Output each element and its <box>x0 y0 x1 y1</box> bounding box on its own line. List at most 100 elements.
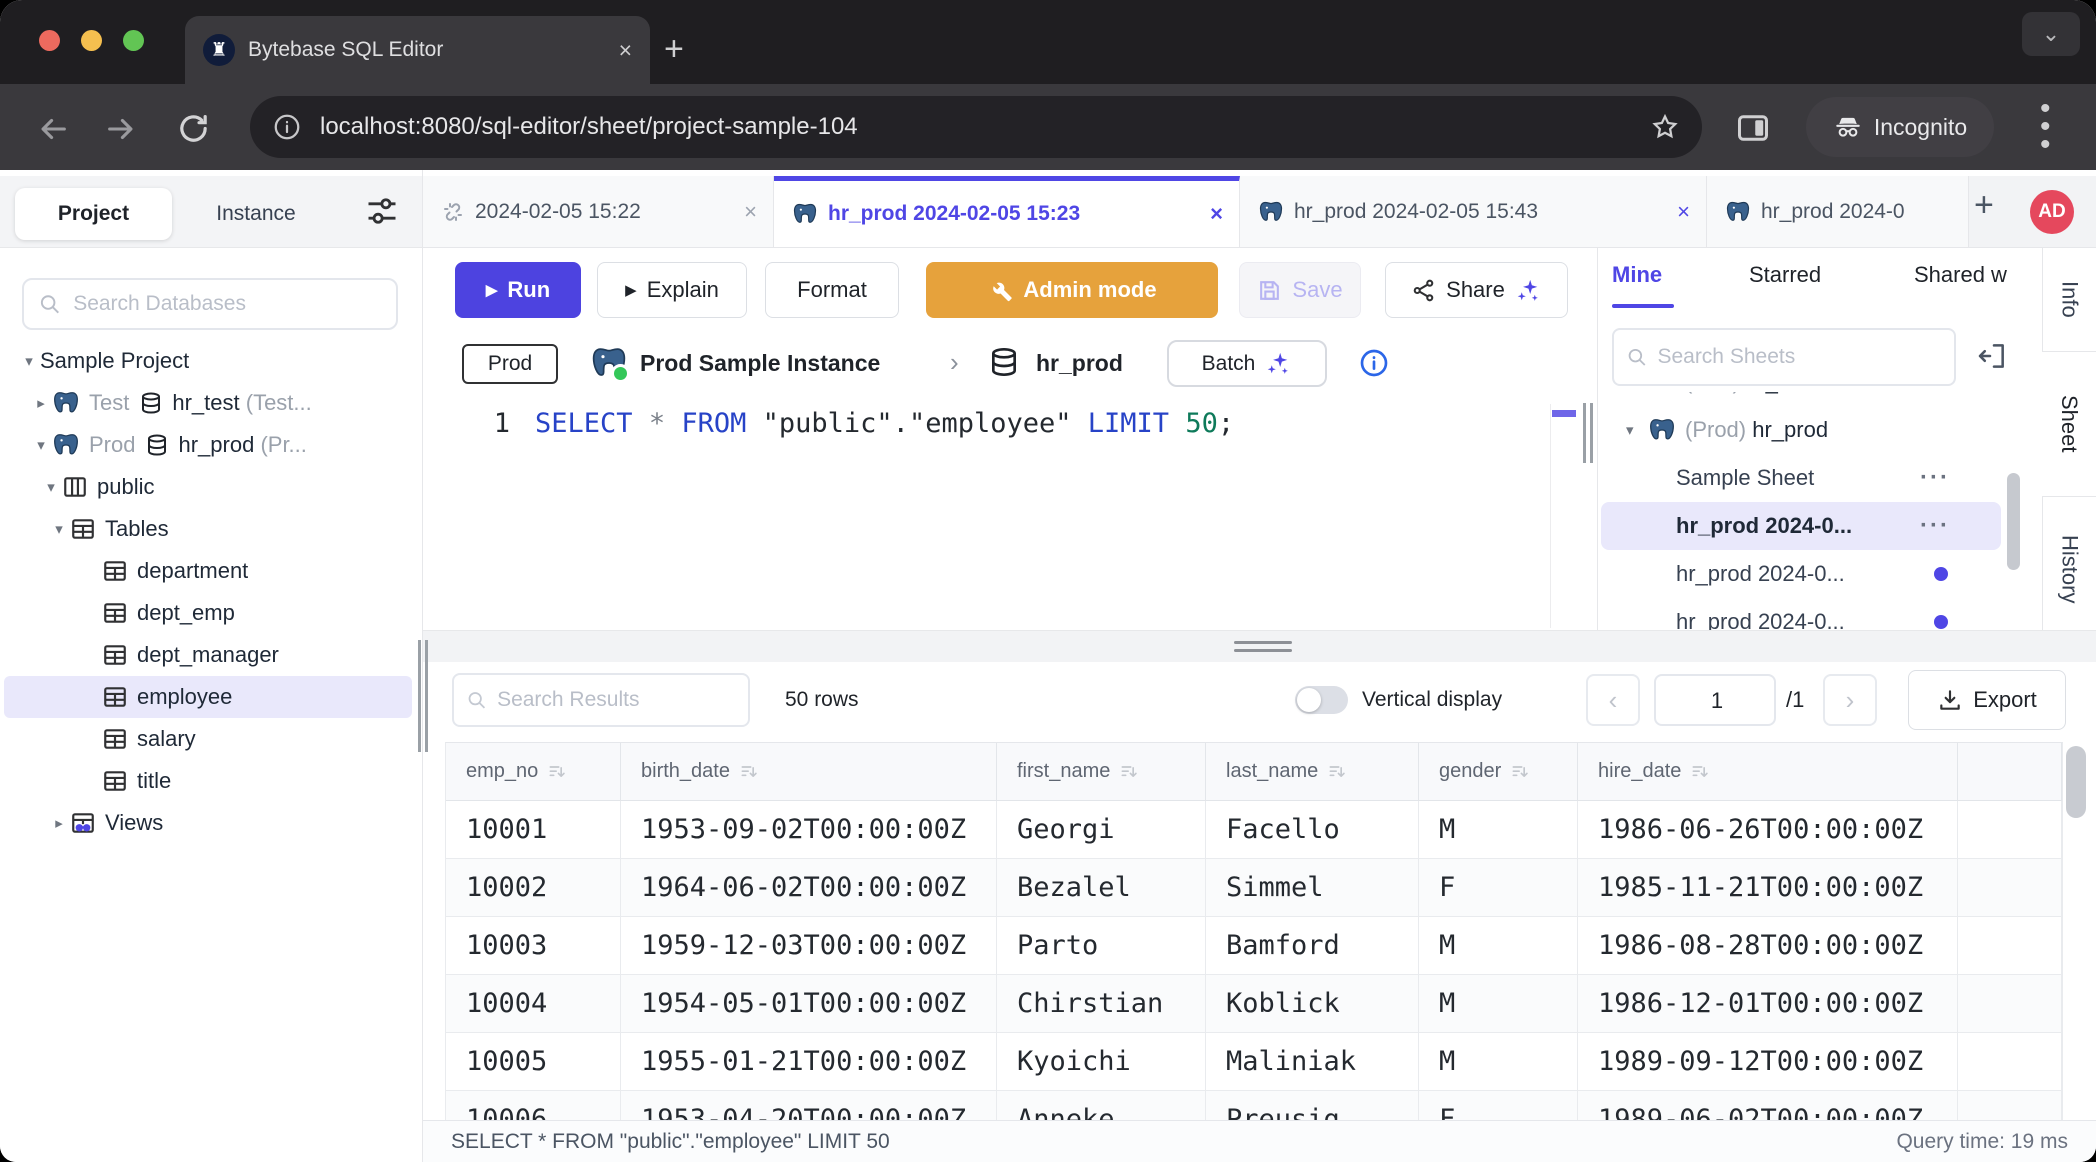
chevron-down-icon[interactable]: ▾ <box>40 478 62 496</box>
forward-icon[interactable] <box>104 112 138 146</box>
table-cell[interactable]: M <box>1419 975 1578 1033</box>
column-header-last_name[interactable]: last_name <box>1206 743 1419 801</box>
zoom-window-button[interactable] <box>123 30 144 51</box>
table-row[interactable]: 100021964-06-02T00:00:00ZBezalelSimmelF1… <box>446 859 2062 917</box>
table-cell[interactable]: 1989-06-02T00:00:00Z <box>1578 1091 1958 1120</box>
editor-tab-3[interactable]: hr_prod 2024-0 <box>1707 176 1969 247</box>
tab-instance[interactable]: Instance <box>196 188 316 240</box>
table-cell[interactable]: Bezalel <box>997 859 1206 917</box>
table-cell[interactable]: Preusig <box>1206 1091 1419 1120</box>
table-row[interactable]: 100031959-12-03T00:00:00ZPartoBamfordM19… <box>446 917 2062 975</box>
table-cell[interactable]: Kyoichi <box>997 1033 1206 1091</box>
table-cell[interactable]: 1986-08-28T00:00:00Z <box>1578 917 1958 975</box>
close-tab-icon[interactable]: × <box>1677 199 1690 225</box>
results-search-input[interactable] <box>495 687 736 713</box>
next-page-button[interactable]: › <box>1823 674 1877 726</box>
rail-tab-info[interactable]: Info <box>2042 248 2096 352</box>
sheet-list-item-1[interactable]: ▾(Prod) hr_prod <box>1598 406 2018 454</box>
sheet-search-input[interactable] <box>1655 344 1942 370</box>
table-cell[interactable]: M <box>1419 801 1578 859</box>
close-window-button[interactable] <box>39 30 60 51</box>
table-cell[interactable]: Simmel <box>1206 859 1419 917</box>
table-cell[interactable]: 1989-09-12T00:00:00Z <box>1578 1033 1958 1091</box>
table-cell[interactable]: F <box>1419 1091 1578 1120</box>
table-cell[interactable]: M <box>1419 1033 1578 1091</box>
breadcrumb-instance[interactable]: Prod Sample Instance <box>640 350 880 377</box>
table-cell[interactable]: 1986-12-01T00:00:00Z <box>1578 975 1958 1033</box>
column-header-hire_date[interactable]: hire_date <box>1578 743 1958 801</box>
column-header-birth_date[interactable]: birth_date <box>621 743 997 801</box>
table-scrollbar[interactable] <box>2066 746 2086 818</box>
sheet-list-scrollbar[interactable] <box>2007 473 2020 570</box>
table-cell[interactable]: 10002 <box>446 859 621 917</box>
table-row[interactable]: 100061953-04-20T00:00:00ZAnnekePreusigF1… <box>446 1091 2062 1120</box>
bookmark-star-icon[interactable] <box>1650 112 1680 142</box>
sort-icon[interactable] <box>1690 762 1710 782</box>
chevron-right-icon[interactable]: ▸ <box>30 394 52 412</box>
table-cell[interactable]: 1954-05-01T00:00:00Z <box>621 975 997 1033</box>
site-info-icon[interactable] <box>272 112 302 142</box>
chevron-down-icon[interactable]: ▾ <box>18 352 40 370</box>
back-icon[interactable] <box>36 112 70 146</box>
table-cell[interactable]: 1986-06-26T00:00:00Z <box>1578 801 1958 859</box>
sidebar-item-title[interactable]: title <box>0 760 502 802</box>
sheet-list-item-4[interactable]: hr_prod 2024-0... <box>1598 550 2018 598</box>
collapse-panel-icon[interactable] <box>1976 340 2008 372</box>
sheet-list-item-3[interactable]: hr_prod 2024-0...··· <box>1598 502 2018 550</box>
table-cell[interactable]: M <box>1419 917 1578 975</box>
breadcrumb-database[interactable]: hr_prod <box>1036 350 1123 377</box>
editor-tab-0[interactable]: 2024-02-05 15:22× <box>423 176 774 247</box>
sheet-list-item-5[interactable]: hr_prod 2024-0... <box>1598 598 2018 630</box>
side-panel-icon[interactable] <box>1735 110 1771 146</box>
info-icon[interactable] <box>1358 347 1390 379</box>
table-cell[interactable]: 10003 <box>446 917 621 975</box>
share-button[interactable]: Share <box>1385 262 1568 318</box>
table-cell[interactable]: Anneke <box>997 1091 1206 1120</box>
sort-icon[interactable] <box>547 762 567 782</box>
table-cell[interactable]: Maliniak <box>1206 1033 1419 1091</box>
sql-code-line[interactable]: SELECT * FROM "public"."employee" LIMIT … <box>535 408 1234 439</box>
format-button[interactable]: Format <box>765 262 899 318</box>
sidebar-item-hr_test[interactable]: ▸Testhr_test (Test... <box>0 382 452 424</box>
run-button[interactable]: ▶Run <box>455 262 581 318</box>
sort-icon[interactable] <box>1327 762 1347 782</box>
minimize-window-button[interactable] <box>81 30 102 51</box>
sidebar-filter-icon[interactable] <box>364 193 400 229</box>
table-cell[interactable]: Facello <box>1206 801 1419 859</box>
editor-tab-1[interactable]: hr_prod 2024-02-05 15:23× <box>774 176 1240 247</box>
sort-icon[interactable] <box>739 762 759 782</box>
table-cell[interactable]: 1953-04-20T00:00:00Z <box>621 1091 997 1120</box>
close-tab-icon[interactable]: × <box>744 199 757 225</box>
explain-button[interactable]: ▶Explain <box>597 262 747 318</box>
batch-button[interactable]: Batch <box>1167 340 1327 387</box>
rail-tab-history[interactable]: History <box>2042 496 2096 642</box>
sheet-search[interactable] <box>1612 328 1956 386</box>
chevron-down-icon[interactable]: ▾ <box>48 520 70 538</box>
new-browser-tab-button[interactable]: + <box>664 32 684 66</box>
editor-tab-2[interactable]: hr_prod 2024-02-05 15:43× <box>1240 176 1707 247</box>
url-text[interactable]: localhost:8080/sql-editor/sheet/project-… <box>320 113 1650 141</box>
column-header-gender[interactable]: gender <box>1419 743 1578 801</box>
sidebar-item-Tables[interactable]: ▾Tables <box>0 508 470 550</box>
table-cell[interactable]: 10006 <box>446 1091 621 1120</box>
table-cell[interactable]: 1985-11-21T00:00:00Z <box>1578 859 1958 917</box>
chevron-down-icon[interactable]: ▾ <box>30 436 52 454</box>
sidebar-item-public[interactable]: ▾public <box>0 466 462 508</box>
column-header-first_name[interactable]: first_name <box>997 743 1206 801</box>
sidebar-item-Sample Project[interactable]: ▾Sample Project <box>0 340 440 382</box>
reload-icon[interactable] <box>176 111 211 146</box>
sort-icon[interactable] <box>1510 762 1530 782</box>
database-search-input[interactable] <box>71 291 382 317</box>
page-number-input[interactable] <box>1656 676 1778 726</box>
browser-menu-icon[interactable]: ••• <box>2040 100 2051 154</box>
editor-minimap[interactable] <box>1550 404 1579 628</box>
table-cell[interactable]: Georgi <box>997 801 1206 859</box>
export-button[interactable]: Export <box>1908 670 2066 730</box>
table-cell[interactable]: 10001 <box>446 801 621 859</box>
table-row[interactable]: 100051955-01-21T00:00:00ZKyoichiMaliniak… <box>446 1033 2062 1091</box>
url-bar[interactable]: localhost:8080/sql-editor/sheet/project-… <box>250 96 1702 158</box>
close-tab-icon[interactable]: × <box>619 37 632 64</box>
browser-tab[interactable]: ♜ Bytebase SQL Editor × <box>185 16 650 84</box>
sidebar-item-Views[interactable]: ▸Views <box>0 802 470 844</box>
sidebar-item-hr_prod[interactable]: ▾Prodhr_prod (Pr... <box>0 424 452 466</box>
